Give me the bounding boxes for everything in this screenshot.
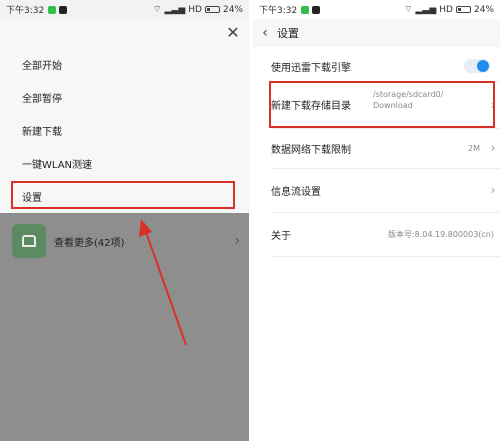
app-notification-icon xyxy=(301,5,310,14)
settings-header: ‹ 设置 xyxy=(253,19,500,47)
setting-label: 信息流设置 xyxy=(271,186,321,198)
right-screen: 下午3:32 ⌔ ▂▃▅ HD 24% ‹ 设置 使用迅雷下载引擎 新建下载存储… xyxy=(253,0,500,441)
engine-toggle[interactable] xyxy=(464,59,490,73)
chevron-right-icon: › xyxy=(490,141,496,155)
divider xyxy=(271,168,500,169)
setting-row-feed[interactable]: 信息流设置 › xyxy=(253,170,500,210)
signal-icon: ▂▃▅ xyxy=(415,4,437,15)
setting-label: 关于 xyxy=(271,230,291,242)
divider xyxy=(271,128,500,129)
battery-icon xyxy=(455,6,471,13)
tiktok-notification-icon xyxy=(312,5,321,14)
setting-label: 使用迅雷下载引擎 xyxy=(271,62,351,74)
setting-label: 数据网络下载限制 xyxy=(271,144,351,156)
version-value: 版本号:8.04.19.800003(cn) xyxy=(387,229,494,239)
download-dir-highlight-box xyxy=(269,81,495,128)
chevron-right-icon: › xyxy=(490,183,496,197)
page-title: 设置 xyxy=(277,27,299,40)
red-arrow-annotation xyxy=(139,219,187,346)
network-type: HD xyxy=(439,4,453,15)
wifi-icon: ⌔ xyxy=(404,5,413,15)
setting-row-engine[interactable]: 使用迅雷下载引擎 xyxy=(253,53,500,79)
left-screen: 下午3:32 ⌔ ▂▃▅ HD 24% ✕ 全部开始 全部暂停 新建下载 一键W… xyxy=(0,0,249,441)
data-limit-value: 2M xyxy=(468,143,480,153)
back-arrow-icon[interactable]: ‹ xyxy=(253,25,277,41)
toggle-knob xyxy=(477,60,489,72)
divider xyxy=(271,212,500,213)
battery-level: 24% xyxy=(473,4,494,15)
status-time: 下午3:32 xyxy=(259,6,298,16)
setting-row-about[interactable]: 关于 版本号:8.04.19.800003(cn) xyxy=(253,214,500,254)
divider xyxy=(271,256,500,257)
setting-row-data-limit[interactable]: 数据网络下载限制 2M › xyxy=(253,130,500,166)
status-bar: 下午3:32 ⌔ ▂▃▅ HD 24% xyxy=(253,0,500,19)
